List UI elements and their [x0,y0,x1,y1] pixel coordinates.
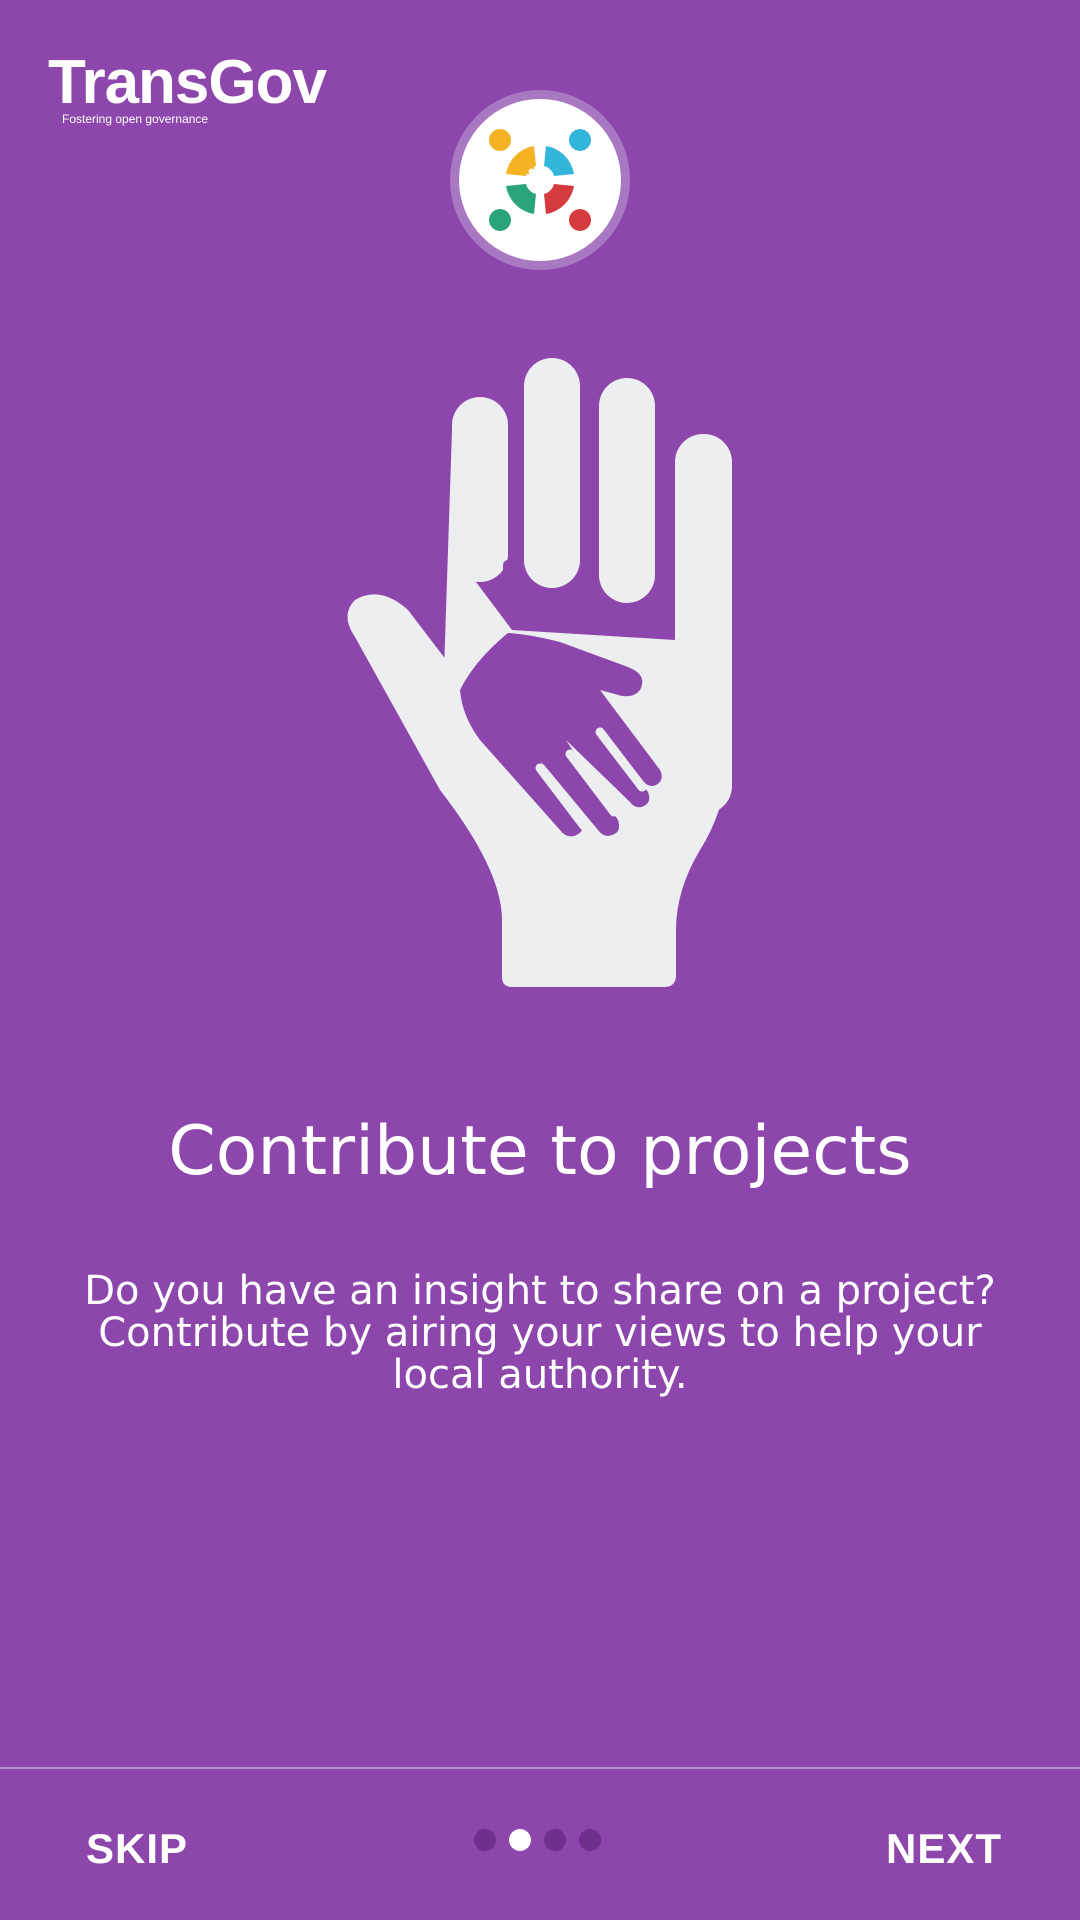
page-dot-4[interactable] [579,1829,601,1851]
page-dot-3[interactable] [544,1829,566,1851]
helping-hands-icon [340,355,740,990]
page-title: Contribute to projects [168,1112,912,1191]
page-dot-2-active[interactable] [509,1829,531,1851]
page-description: Do you have an insight to share on a pro… [84,1268,996,1398]
page-dot-1[interactable] [474,1829,496,1851]
people-circle-icon [489,129,591,231]
brand-name: TransGov [48,48,327,117]
next-button[interactable]: NEXT [886,1825,1002,1873]
page-indicator [474,1829,601,1851]
brand-logo: TransGov Fostering open governance [48,48,327,127]
people-circle-logo [450,90,630,270]
logo-inner [459,99,621,261]
onboarding-footer: SKIP NEXT [0,1769,1080,1920]
skip-button[interactable]: SKIP [86,1825,188,1873]
